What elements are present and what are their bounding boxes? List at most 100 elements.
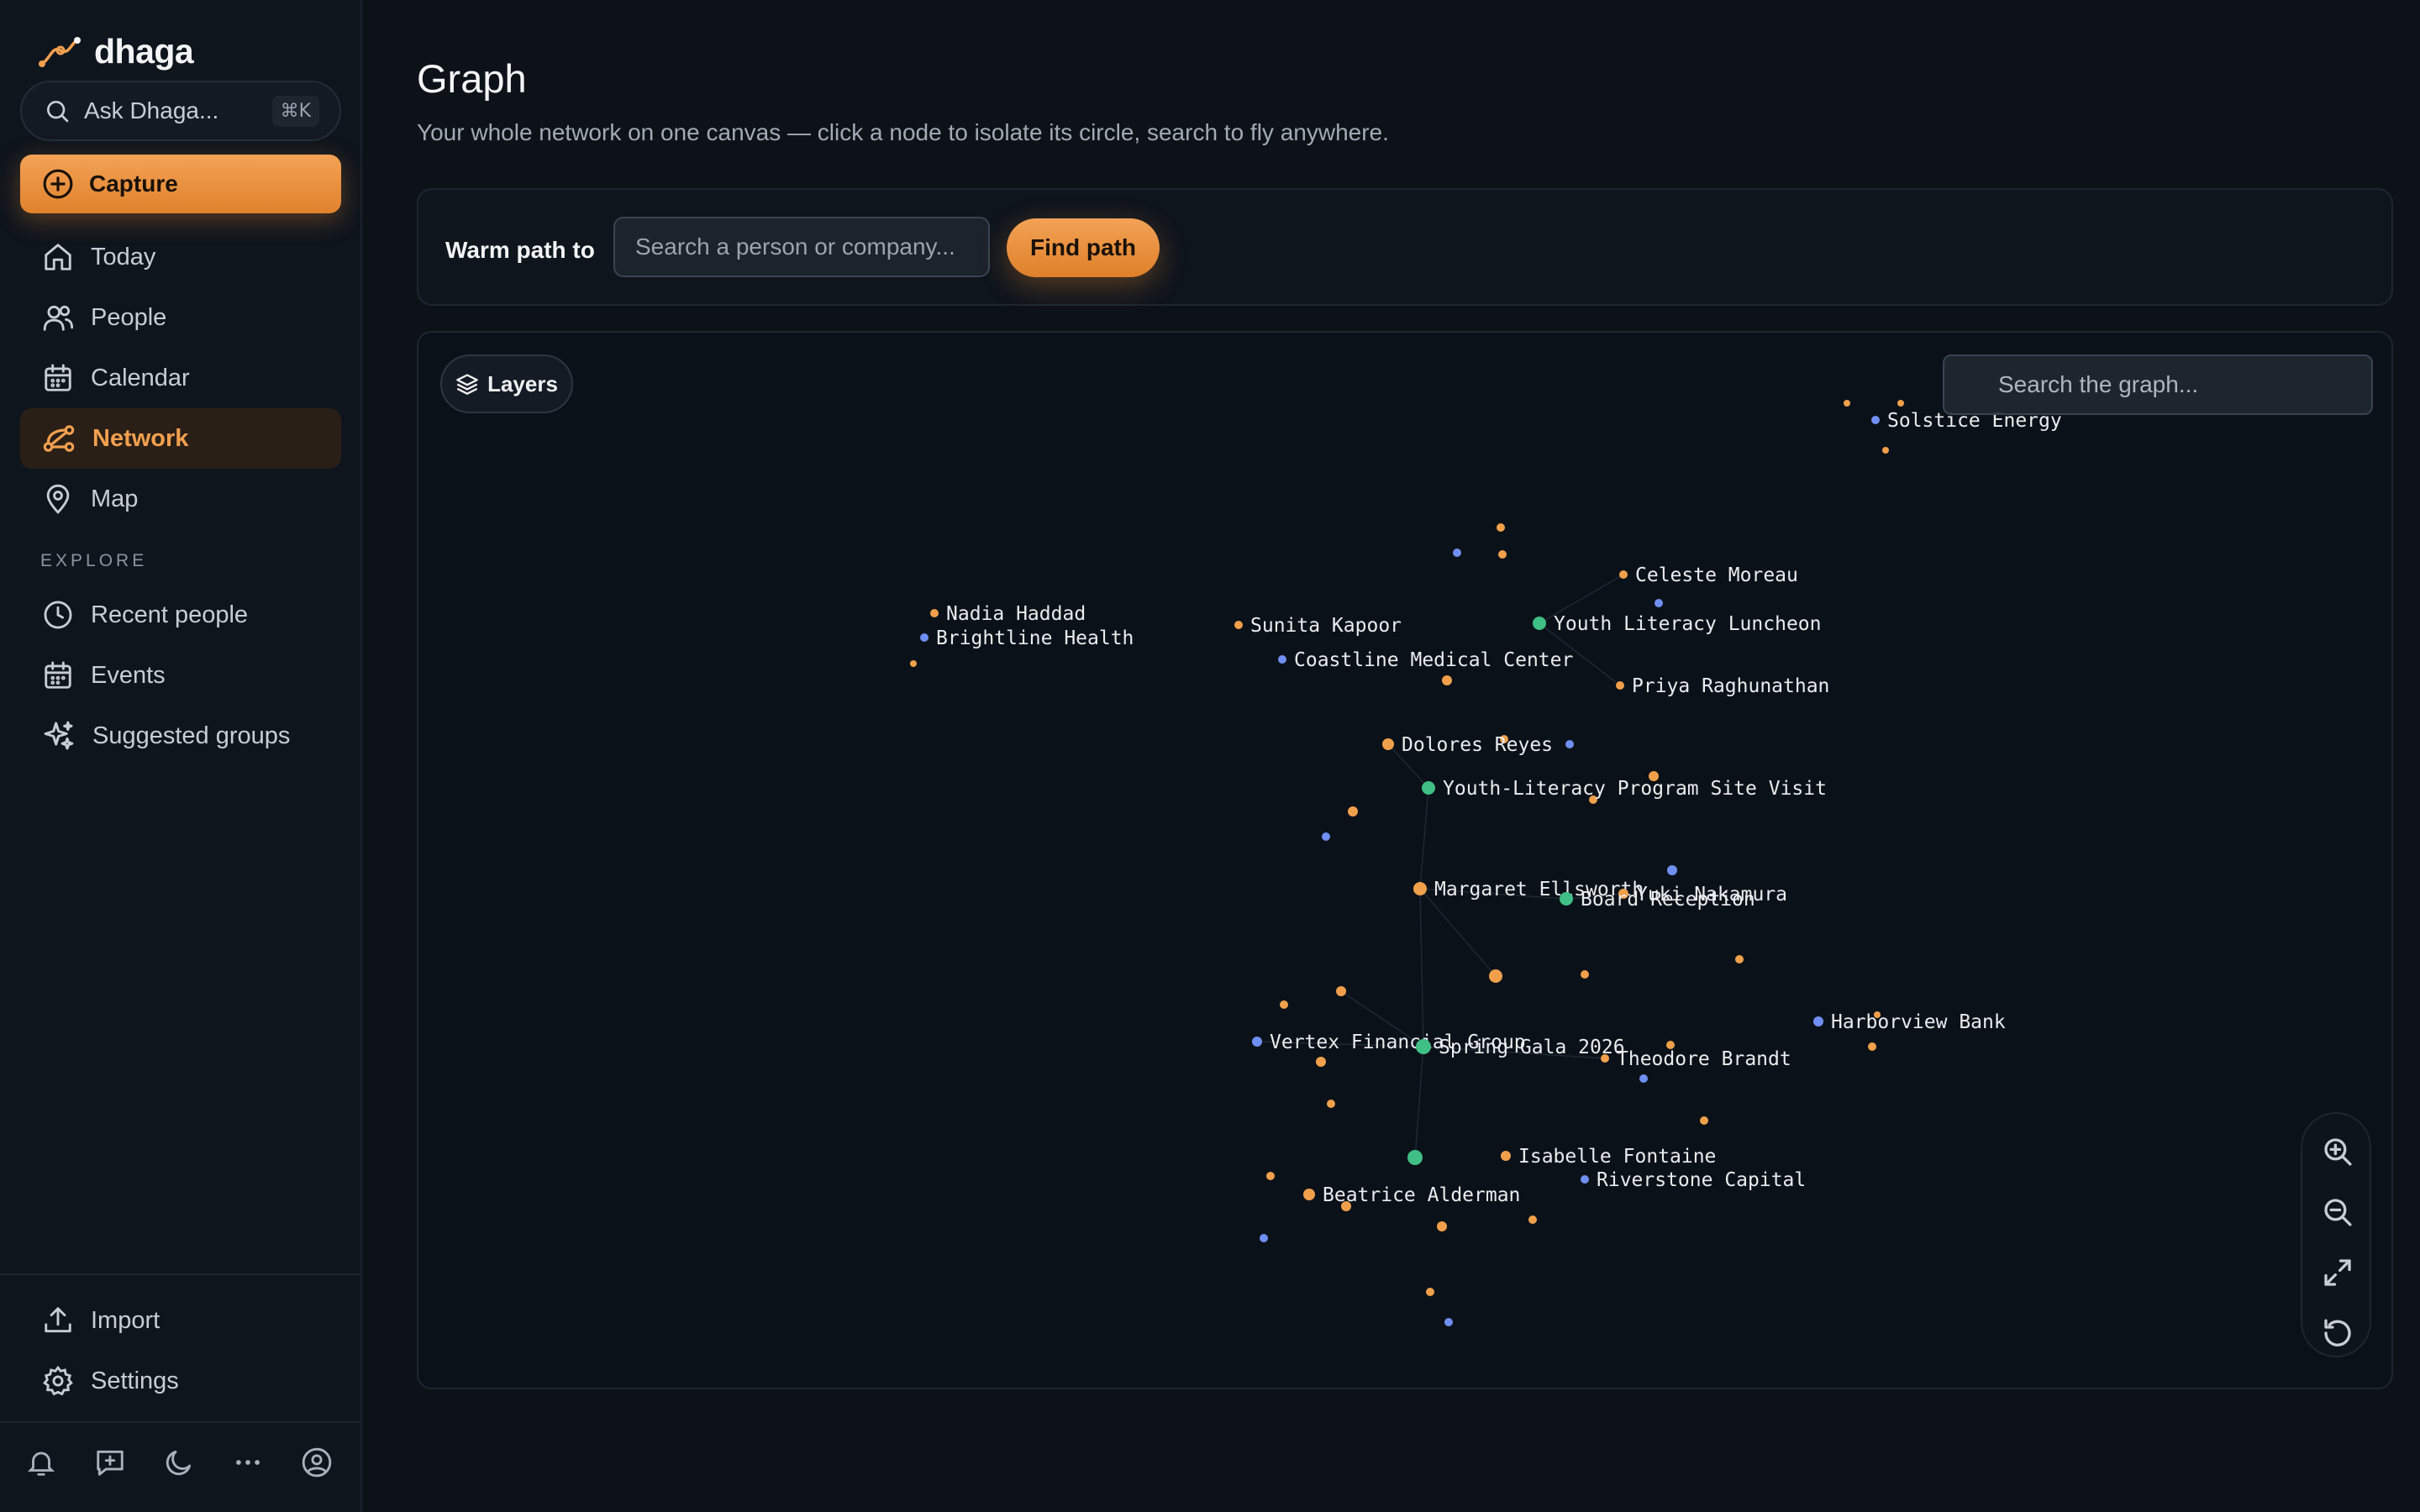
graph-node-label: Board Reception — [1581, 889, 1755, 911]
graph-node[interactable] — [1234, 621, 1243, 629]
home-icon — [42, 241, 74, 273]
more-icon[interactable] — [232, 1446, 264, 1478]
graph-node[interactable] — [1655, 599, 1663, 607]
nav-item-suggested-groups[interactable]: Suggested groups — [20, 706, 341, 766]
message-plus-icon[interactable] — [94, 1446, 126, 1478]
nav-item-recent-people[interactable]: Recent people — [20, 585, 341, 645]
graph-node[interactable] — [1501, 1151, 1511, 1161]
zoom-out-icon[interactable] — [2320, 1194, 2355, 1230]
graph-node[interactable] — [1565, 740, 1574, 748]
graph-node[interactable] — [1322, 832, 1330, 841]
layers-icon — [455, 372, 479, 396]
warm-path-card: Warm path to Search a person or company.… — [417, 188, 2393, 306]
graph-node[interactable] — [1278, 655, 1286, 664]
zoom-in-icon[interactable] — [2320, 1134, 2355, 1169]
graph-labeled-node[interactable]: Dolores Reyes — [1382, 734, 1553, 756]
graph-node[interactable] — [1601, 1054, 1609, 1063]
nav-item-today[interactable]: Today — [20, 227, 341, 287]
graph-labeled-node[interactable]: Board Reception — [1560, 889, 1755, 911]
nav-item-events[interactable]: Events — [20, 645, 341, 706]
graph-labeled-node[interactable]: Coastline Medical Center — [1278, 649, 1573, 671]
graph-labeled-node[interactable]: Sunita Kapoor — [1234, 615, 1402, 637]
fit-screen-icon[interactable] — [2320, 1255, 2355, 1290]
graph-node[interactable] — [1498, 550, 1507, 559]
graph-node[interactable] — [1453, 549, 1461, 557]
graph-node[interactable] — [1619, 570, 1628, 579]
graph-node[interactable] — [1303, 1189, 1315, 1200]
graph-node[interactable] — [1280, 1000, 1288, 1009]
nav-item-people[interactable]: People — [20, 287, 341, 348]
nav-label: Recent people — [91, 601, 249, 628]
graph-node[interactable] — [1252, 1037, 1262, 1047]
graph-node[interactable] — [930, 609, 939, 617]
graph-node[interactable] — [1489, 969, 1502, 983]
graph-node[interactable] — [1667, 865, 1677, 875]
graph-node[interactable] — [1871, 416, 1880, 424]
graph-node[interactable] — [920, 633, 929, 642]
warm-path-input[interactable]: Search a person or company... — [613, 217, 990, 277]
graph-node[interactable] — [1735, 955, 1744, 963]
graph-node[interactable] — [1533, 617, 1546, 630]
graph-node[interactable] — [1868, 1042, 1876, 1051]
find-path-button[interactable]: Find path — [1007, 218, 1160, 277]
graph-node[interactable] — [1382, 738, 1394, 750]
nav-item-import[interactable]: Import — [20, 1290, 341, 1351]
graph-labeled-node[interactable]: Youth Literacy Luncheon — [1533, 613, 1822, 635]
nav-item-calendar[interactable]: Calendar — [20, 348, 341, 408]
graph-labeled-node[interactable]: Nadia Haddad — [930, 603, 1086, 625]
graph-node[interactable] — [1497, 523, 1505, 532]
user-circle-icon[interactable] — [301, 1446, 333, 1478]
graph-node[interactable] — [1407, 1150, 1423, 1165]
graph-node[interactable] — [1266, 1172, 1275, 1180]
graph-node[interactable] — [1336, 986, 1346, 996]
graph-edge — [1414, 1046, 1424, 1158]
layers-button[interactable]: Layers — [440, 354, 573, 413]
graph-node[interactable] — [1882, 447, 1889, 454]
graph-node[interactable] — [1700, 1116, 1708, 1125]
graph-search-input[interactable]: Search the graph... — [1943, 354, 2373, 415]
graph-labeled-node[interactable]: Spring Gala 2026 — [1416, 1037, 1625, 1058]
bell-icon[interactable] — [25, 1446, 57, 1478]
graph-node[interactable] — [910, 660, 917, 667]
graph-node[interactable] — [1437, 1221, 1447, 1231]
graph-node[interactable] — [1442, 675, 1452, 685]
graph-canvas[interactable]: Layers Search the graph... Solstice Ener… — [417, 331, 2393, 1389]
graph-node[interactable] — [1416, 1039, 1431, 1054]
graph-labeled-node[interactable]: Riverstone Capital — [1581, 1169, 1806, 1191]
graph-labeled-node[interactable]: Celeste Moreau — [1619, 564, 1798, 586]
graph-node[interactable] — [1413, 882, 1427, 895]
graph-labeled-node[interactable]: Beatrice Alderman — [1303, 1184, 1520, 1206]
graph-node[interactable] — [1422, 781, 1435, 795]
graph-labeled-node[interactable]: Youth-Literacy Program Site Visit — [1422, 778, 1827, 800]
graph-node[interactable] — [1316, 1057, 1326, 1067]
graph-node[interactable] — [1528, 1215, 1537, 1224]
graph-labeled-node[interactable]: Priya Raghunathan — [1616, 675, 1829, 697]
graph-node[interactable] — [1444, 1318, 1453, 1326]
graph-labeled-node[interactable]: Brightline Health — [920, 627, 1134, 649]
graph-labeled-node[interactable]: Harborview Bank — [1813, 1011, 2006, 1033]
graph-node[interactable] — [1560, 892, 1573, 906]
nav-item-settings[interactable]: Settings — [20, 1351, 341, 1411]
nav-item-map[interactable]: Map — [20, 469, 341, 529]
graph-node[interactable] — [1581, 1175, 1589, 1184]
graph-node[interactable] — [1639, 1074, 1648, 1083]
network-graph[interactable]: Solstice EnergyCeleste MoreauYouth Liter… — [418, 333, 2393, 1389]
capture-button[interactable]: Capture — [20, 155, 341, 213]
graph-node[interactable] — [1616, 681, 1624, 690]
graph-labeled-node[interactable]: Theodore Brandt — [1601, 1048, 1791, 1070]
graph-node[interactable] — [1348, 806, 1358, 816]
graph-node[interactable] — [1813, 1016, 1823, 1026]
graph-node[interactable] — [1581, 970, 1589, 979]
ask-search-bar[interactable]: Ask Dhaga... ⌘K — [20, 81, 341, 141]
graph-node[interactable] — [1844, 400, 1850, 407]
graph-labeled-node[interactable]: Isabelle Fontaine — [1501, 1146, 1716, 1168]
nav-item-network[interactable]: Network — [20, 408, 341, 469]
graph-node[interactable] — [1426, 1288, 1434, 1296]
reset-icon[interactable] — [2320, 1315, 2355, 1351]
moon-icon[interactable] — [163, 1446, 195, 1478]
capture-label: Capture — [89, 171, 178, 197]
app-logo[interactable]: dhaga — [39, 32, 194, 71]
graph-node[interactable] — [1260, 1234, 1268, 1242]
graph-node[interactable] — [1897, 400, 1904, 407]
graph-node[interactable] — [1327, 1100, 1335, 1108]
